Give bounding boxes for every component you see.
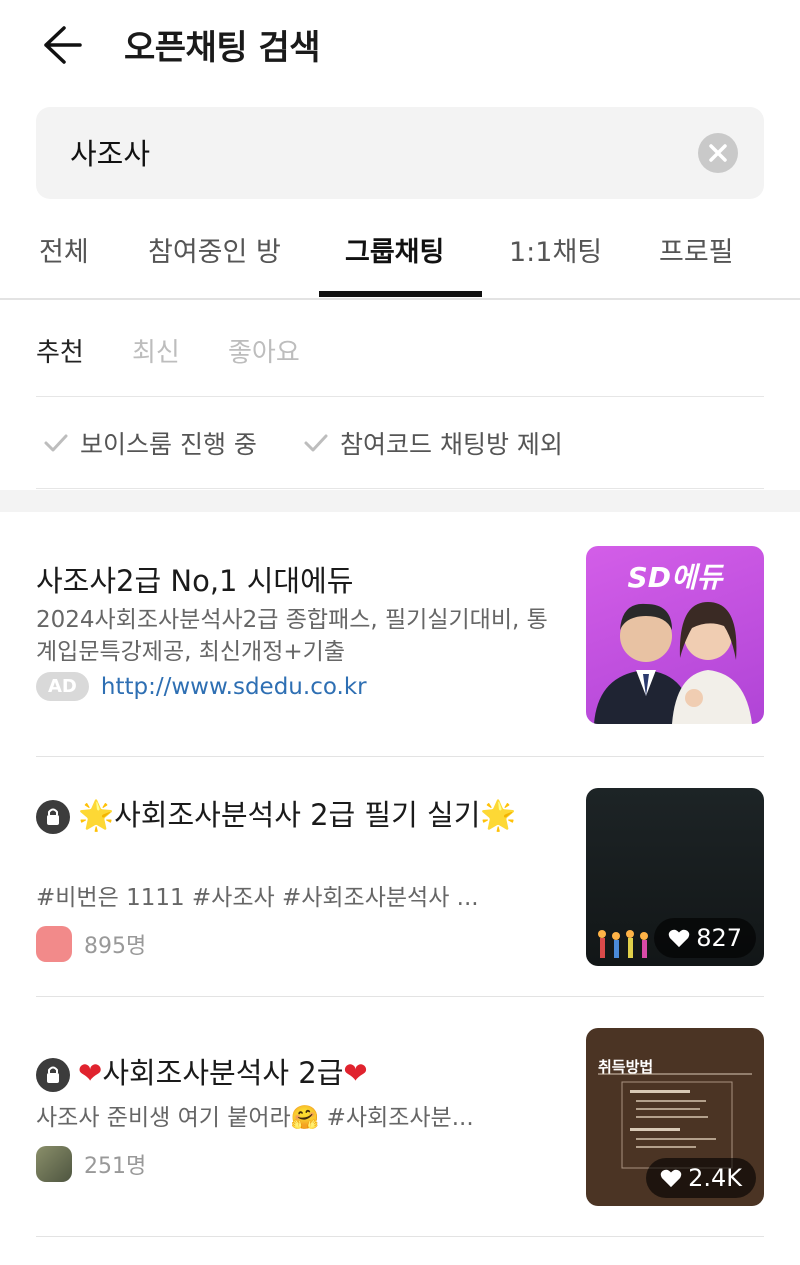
item-meta: 895명	[36, 926, 146, 962]
ad-link[interactable]: http://www.sdedu.co.kr	[101, 674, 367, 700]
filter-exclude-code-rooms[interactable]: 참여코드 채팅방 제외	[302, 425, 563, 461]
item-meta: 251명	[36, 1146, 146, 1182]
search-input[interactable]	[70, 129, 670, 175]
host-avatar	[36, 926, 72, 962]
item-title: 사조사2급 No,1 시대에듀	[36, 564, 354, 598]
filter-exclude-code-rooms-label: 참여코드 채팅방 제외	[340, 430, 563, 459]
tab-bar: 전체 참여중인 방 그룹채팅 1:1채팅 프로필	[0, 212, 800, 300]
item-meta: AD http://www.sdedu.co.kr	[36, 672, 367, 701]
search-box	[36, 107, 764, 199]
page-title: 오픈채팅 검색	[124, 28, 321, 68]
item-thumbnail: SD에듀	[586, 546, 764, 724]
item-title-text: 사회조사분석사 2급 필기 실기	[114, 798, 481, 832]
tab-group-chat[interactable]: 그룹채팅	[345, 230, 444, 269]
item-description: 사조사 준비생 여기 붙어라🤗 #사회조사분...	[36, 1105, 474, 1131]
tab-one-on-one[interactable]: 1:1채팅	[509, 230, 602, 269]
item-description: #비번은 1111 #사조사 #사회조사분석사 ...	[36, 885, 479, 911]
host-avatar	[36, 1146, 72, 1182]
item-title-text: 사회조사분석사 2급	[102, 1056, 344, 1090]
filter-options: 보이스룸 진행 중 참여코드 채팅방 제외	[36, 398, 764, 489]
sort-likes[interactable]: 좋아요	[228, 332, 300, 369]
like-count: 827	[696, 924, 742, 952]
people-photo-icon	[594, 602, 752, 724]
item-title: ❤사회조사분석사 2급❤	[36, 1052, 556, 1094]
back-button[interactable]	[36, 22, 86, 68]
like-badge: 2.4K	[646, 1158, 756, 1198]
member-count: 895명	[84, 934, 147, 959]
filter-voice-room-label: 보이스룸 진행 중	[80, 430, 257, 459]
tab-joined-rooms[interactable]: 참여중인 방	[148, 230, 281, 269]
item-thumbnail: 827	[586, 788, 764, 966]
lock-icon	[36, 1058, 70, 1092]
ad-badge: AD	[36, 672, 89, 701]
tab-profile[interactable]: 프로필	[659, 230, 734, 269]
title-emoji-prefix: ❤	[78, 1056, 103, 1090]
clear-search-button[interactable]	[698, 133, 738, 173]
list-item-group-chat[interactable]: ❤사회조사분석사 2급❤ 사조사 준비생 여기 붙어라🤗 #사회조사분... 2…	[36, 996, 764, 1237]
check-icon	[304, 434, 328, 452]
lock-icon	[36, 800, 70, 834]
sort-options: 추천 최신 좋아요	[36, 318, 764, 397]
list-item-ad[interactable]: 사조사2급 No,1 시대에듀 2024사회조사분석사2급 종합패스, 필기실기…	[36, 512, 764, 757]
like-badge: 827	[654, 918, 756, 958]
active-tab-indicator	[319, 291, 482, 297]
heart-icon	[660, 1169, 682, 1188]
item-title: 🌟사회조사분석사 2급 필기 실기🌟	[36, 794, 556, 836]
list-item-group-chat[interactable]: 🌟사회조사분석사 2급 필기 실기🌟 #비번은 1111 #사조사 #사회조사분…	[36, 756, 764, 997]
arrow-left-icon	[44, 26, 82, 64]
sort-recommended[interactable]: 추천	[36, 332, 84, 369]
title-emoji-suffix: ❤	[343, 1056, 368, 1090]
tab-all[interactable]: 전체	[39, 230, 89, 269]
title-emoji-suffix: 🌟	[480, 798, 517, 832]
close-icon	[709, 144, 727, 162]
app-header: 오픈채팅 검색	[0, 0, 800, 90]
heart-icon	[668, 929, 690, 948]
item-thumbnail: 취득방법 2.4K	[586, 1028, 764, 1206]
filter-voice-room[interactable]: 보이스룸 진행 중	[42, 425, 257, 461]
item-description: 2024사회조사분석사2급 종합패스, 필기실기대비, 통계입문특강제공, 최신…	[36, 607, 548, 665]
title-emoji-prefix: 🌟	[78, 798, 115, 832]
like-count: 2.4K	[688, 1164, 742, 1192]
section-divider	[0, 490, 800, 512]
member-count: 251명	[84, 1154, 147, 1179]
sort-latest[interactable]: 최신	[132, 332, 180, 369]
check-icon	[44, 434, 68, 452]
